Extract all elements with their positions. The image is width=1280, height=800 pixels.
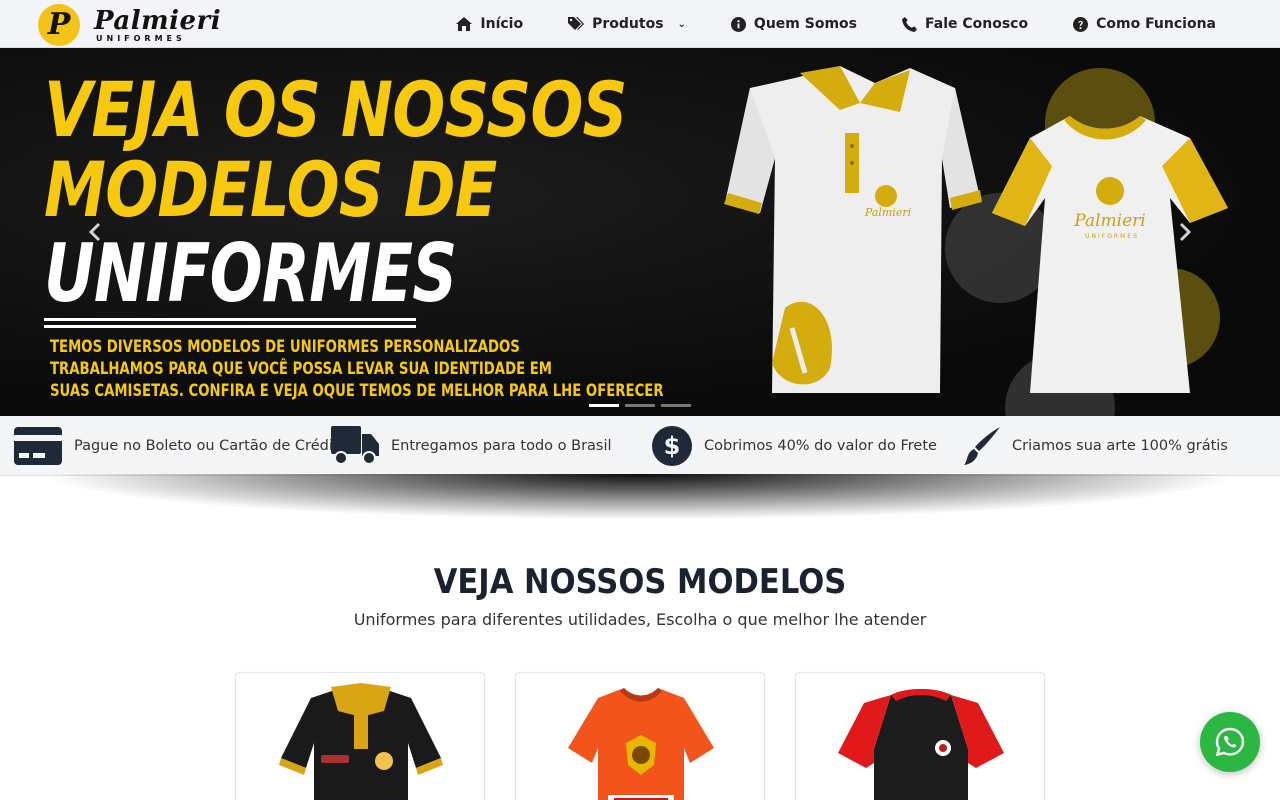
- features-strip: Pague no Boleto ou Cartão de Crédito Ent…: [0, 416, 1280, 476]
- logo-letter: P: [47, 7, 71, 42]
- nav-label: Produtos: [592, 16, 664, 32]
- feature-delivery: Entregamos para todo o Brasil: [331, 416, 612, 476]
- home-icon: [456, 17, 473, 31]
- feature-label: Criamos sua arte 100% grátis: [1012, 438, 1228, 454]
- logo-badge: P: [38, 4, 80, 46]
- svg-text:$: $: [664, 432, 681, 460]
- info-circle-icon: [730, 16, 746, 32]
- logo-name: Palmieri: [94, 5, 222, 36]
- logo-tagline: UNIFORMES: [96, 33, 186, 43]
- whatsapp-button[interactable]: [1200, 712, 1260, 772]
- raglan-shirt-image: [838, 689, 1004, 800]
- carousel-indicator-2[interactable]: [625, 404, 655, 407]
- model-card-orange-jersey[interactable]: [515, 672, 765, 800]
- hero-desc-line: TRABALHAMOS PARA QUE VOCÊ POSSA LEVAR SU…: [50, 359, 553, 379]
- brand-logo[interactable]: P Palmieri UNIFORMES: [38, 4, 221, 46]
- section-shadow: [40, 474, 1240, 520]
- section-subtitle: Uniformes para diferentes utilidades, Es…: [353, 610, 927, 629]
- carousel-next-arrow[interactable]: [1172, 220, 1196, 244]
- model-card-black-polo[interactable]: [235, 672, 485, 800]
- paint-brush-icon: [964, 427, 1000, 465]
- logo-text: Palmieri UNIFORMES: [94, 8, 221, 43]
- hero-title-line-3: UNIFORMES: [44, 227, 457, 320]
- hero-desc-line: SUAS CAMISETAS. CONFIRA E VEJA OQUE TEMO…: [50, 381, 664, 401]
- model-card-red-black-raglan[interactable]: [795, 672, 1045, 800]
- hero-title-line-2: MODELOS DE: [44, 145, 497, 234]
- orange-jersey-image: [568, 688, 714, 800]
- credit-card-icon: [14, 427, 62, 465]
- tags-icon: [568, 17, 585, 30]
- chevron-down-icon: ⌄: [677, 18, 686, 30]
- nav-item-produtos[interactable]: Produtos ⌄: [568, 16, 686, 32]
- question-circle-icon: [1073, 16, 1089, 32]
- carousel-indicators: [589, 404, 697, 407]
- hero-description: TEMOS DIVERSOS MODELOS DE UNIFORMES PERS…: [50, 336, 664, 402]
- shirt-brand-text: Palmieri: [864, 206, 911, 219]
- nav-item-como-funciona[interactable]: Como Funciona: [1073, 16, 1216, 32]
- feature-label: Cobrimos 40% do valor do Frete: [704, 438, 937, 454]
- whatsapp-icon: [1215, 727, 1245, 757]
- main-nav: Início Produtos ⌄ Quem Somos Fale Conosc…: [456, 0, 1216, 48]
- carousel-prev-arrow[interactable]: [84, 220, 108, 244]
- black-polo-image: [279, 683, 443, 800]
- nav-item-inicio[interactable]: Início: [456, 16, 523, 32]
- feature-payment: Pague no Boleto ou Cartão de Crédito: [14, 416, 347, 476]
- hero-divider: [44, 318, 416, 321]
- nav-label: Como Funciona: [1096, 16, 1216, 32]
- nav-label: Início: [480, 16, 524, 32]
- polo-shirt: Palmieri: [724, 66, 982, 393]
- feature-shipping: $ Cobrimos 40% do valor do Frete: [652, 416, 937, 476]
- phone-icon: [902, 16, 917, 32]
- carousel-indicator-1[interactable]: [589, 404, 619, 407]
- tshirt-brand-sub: UNIFORMES: [1085, 233, 1139, 240]
- tshirt-brand-text: Palmieri: [1073, 211, 1145, 231]
- feature-label: Pague no Boleto ou Cartão de Crédito: [74, 438, 348, 454]
- nav-item-quem-somos[interactable]: Quem Somos: [730, 16, 857, 32]
- section-title: VEJA NOSSOS MODELOS: [433, 562, 847, 602]
- nav-label: Fale Conosco: [925, 16, 1029, 32]
- hero-divider: [44, 325, 416, 328]
- feature-art: Criamos sua arte 100% grátis: [964, 416, 1228, 476]
- truck-icon: [331, 426, 379, 465]
- feature-label: Entregamos para todo o Brasil: [391, 438, 612, 454]
- carousel-indicator-3[interactable]: [661, 404, 691, 407]
- hero-desc-line: TEMOS DIVERSOS MODELOS DE UNIFORMES PERS…: [50, 337, 520, 357]
- site-header: P Palmieri UNIFORMES Início Produtos ⌄ Q…: [0, 0, 1280, 48]
- nav-label: Quem Somos: [753, 16, 857, 32]
- dollar-circle-icon: $: [652, 426, 692, 466]
- hero-title-line-1: VEJA OS NOSSOS: [44, 65, 627, 154]
- nav-item-fale-conosco[interactable]: Fale Conosco: [902, 16, 1028, 32]
- hero-carousel: VEJA OS NOSSOS MODELOS DE UNIFORMES TEMO…: [0, 48, 1280, 416]
